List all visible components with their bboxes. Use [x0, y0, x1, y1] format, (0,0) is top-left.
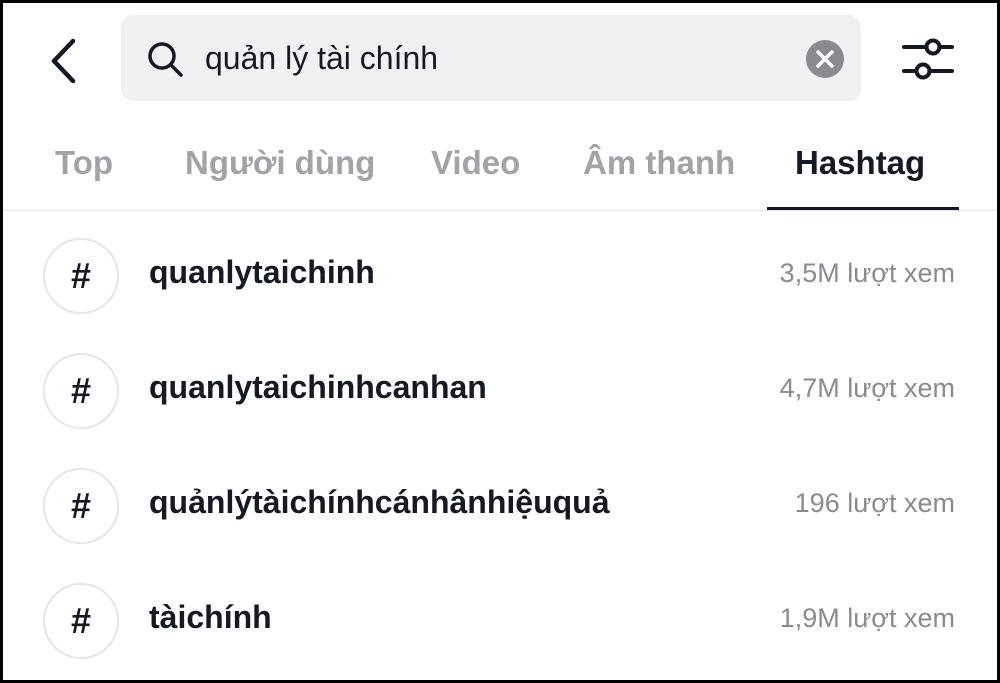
- hashtag-row[interactable]: # quảnlýtàichínhcánhânhiệuquả 196 lượt x…: [3, 446, 997, 561]
- hashtag-icon: #: [43, 353, 119, 429]
- search-bar[interactable]: [121, 15, 861, 101]
- clear-circle-icon[interactable]: [805, 39, 845, 79]
- hashtag-name: tàichính: [149, 599, 272, 635]
- search-input[interactable]: [205, 33, 785, 83]
- hashtag-icon: #: [43, 583, 119, 659]
- hashtag-icon: #: [43, 238, 119, 314]
- tab-users[interactable]: Người dùng: [185, 123, 375, 209]
- hashtag-views: 4,7M lượt xem: [779, 373, 955, 403]
- hashtag-icon: #: [43, 468, 119, 544]
- search-tabs: Top Người dùng Video Âm thanh Hashtag: [3, 123, 997, 213]
- hashtag-name: quanlytaichinhcanhan: [149, 369, 487, 405]
- hashtag-views: 1,9M lượt xem: [779, 603, 955, 633]
- tab-top[interactable]: Top: [55, 123, 113, 209]
- hashtag-views: 196 lượt xem: [794, 488, 955, 518]
- tabs-divider: [3, 210, 997, 211]
- hashtag-views: 3,5M lượt xem: [779, 258, 955, 288]
- hashtag-row[interactable]: # tàichính 1,9M lượt xem: [3, 561, 997, 676]
- hashtag-row[interactable]: # quanlytaichinh 3,5M lượt xem: [3, 216, 997, 331]
- tab-hashtag[interactable]: Hashtag: [795, 123, 925, 209]
- back-button[interactable]: [41, 33, 85, 89]
- tab-video[interactable]: Video: [431, 123, 520, 209]
- hashtag-name: quảnlýtàichínhcánhânhiệuquả: [149, 484, 610, 520]
- tab-sounds[interactable]: Âm thanh: [583, 123, 735, 209]
- search-icon: [148, 42, 183, 77]
- hashtag-row[interactable]: # quanlytaichinhcanhan 4,7M lượt xem: [3, 331, 997, 446]
- hashtag-name: quanlytaichinh: [149, 254, 375, 290]
- hashtag-list: # quanlytaichinh 3,5M lượt xem # quanlyt…: [3, 216, 997, 676]
- chevron-left-icon: [51, 38, 76, 84]
- sliders-icon[interactable]: [901, 35, 955, 83]
- app-frame: Top Người dùng Video Âm thanh Hashtag # …: [3, 3, 997, 680]
